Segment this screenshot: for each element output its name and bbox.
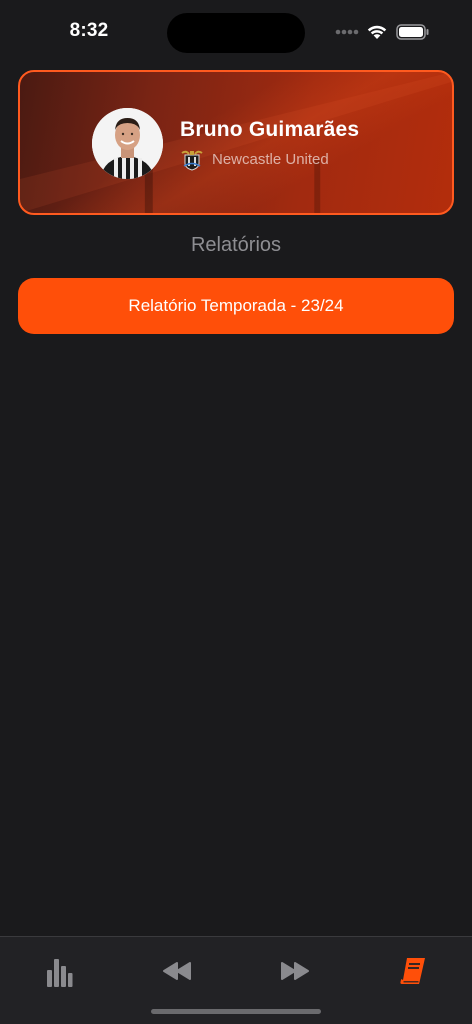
dynamic-island (167, 13, 305, 53)
tab-previous[interactable] (147, 951, 207, 991)
battery-icon (396, 24, 429, 40)
newcastle-crest-icon (181, 150, 203, 171)
tab-reports[interactable] (383, 951, 443, 991)
player-name: Bruno Guimarães (180, 118, 360, 141)
signal-icon (335, 29, 359, 35)
status-bar: 8:32 (0, 0, 472, 64)
status-time: 8:32 (69, 20, 109, 41)
player-photo-icon (92, 108, 163, 179)
card-background-graphic (20, 72, 452, 213)
tab-next[interactable] (265, 951, 325, 991)
bar-chart-icon (47, 959, 73, 987)
tab-stats[interactable] (29, 951, 89, 991)
player-avatar (92, 108, 163, 179)
season-report-button[interactable]: Relatório Temporada - 23/24 (18, 278, 454, 334)
home-indicator (151, 1009, 321, 1014)
club-name: Newcastle United (212, 151, 329, 168)
section-title: Relatórios (190, 234, 282, 256)
player-card[interactable]: Bruno Guimarães Newcastle United (18, 70, 454, 215)
book-icon (400, 958, 425, 984)
rewind-icon (163, 962, 191, 980)
fast-forward-icon (281, 962, 309, 980)
wifi-icon (367, 25, 387, 39)
